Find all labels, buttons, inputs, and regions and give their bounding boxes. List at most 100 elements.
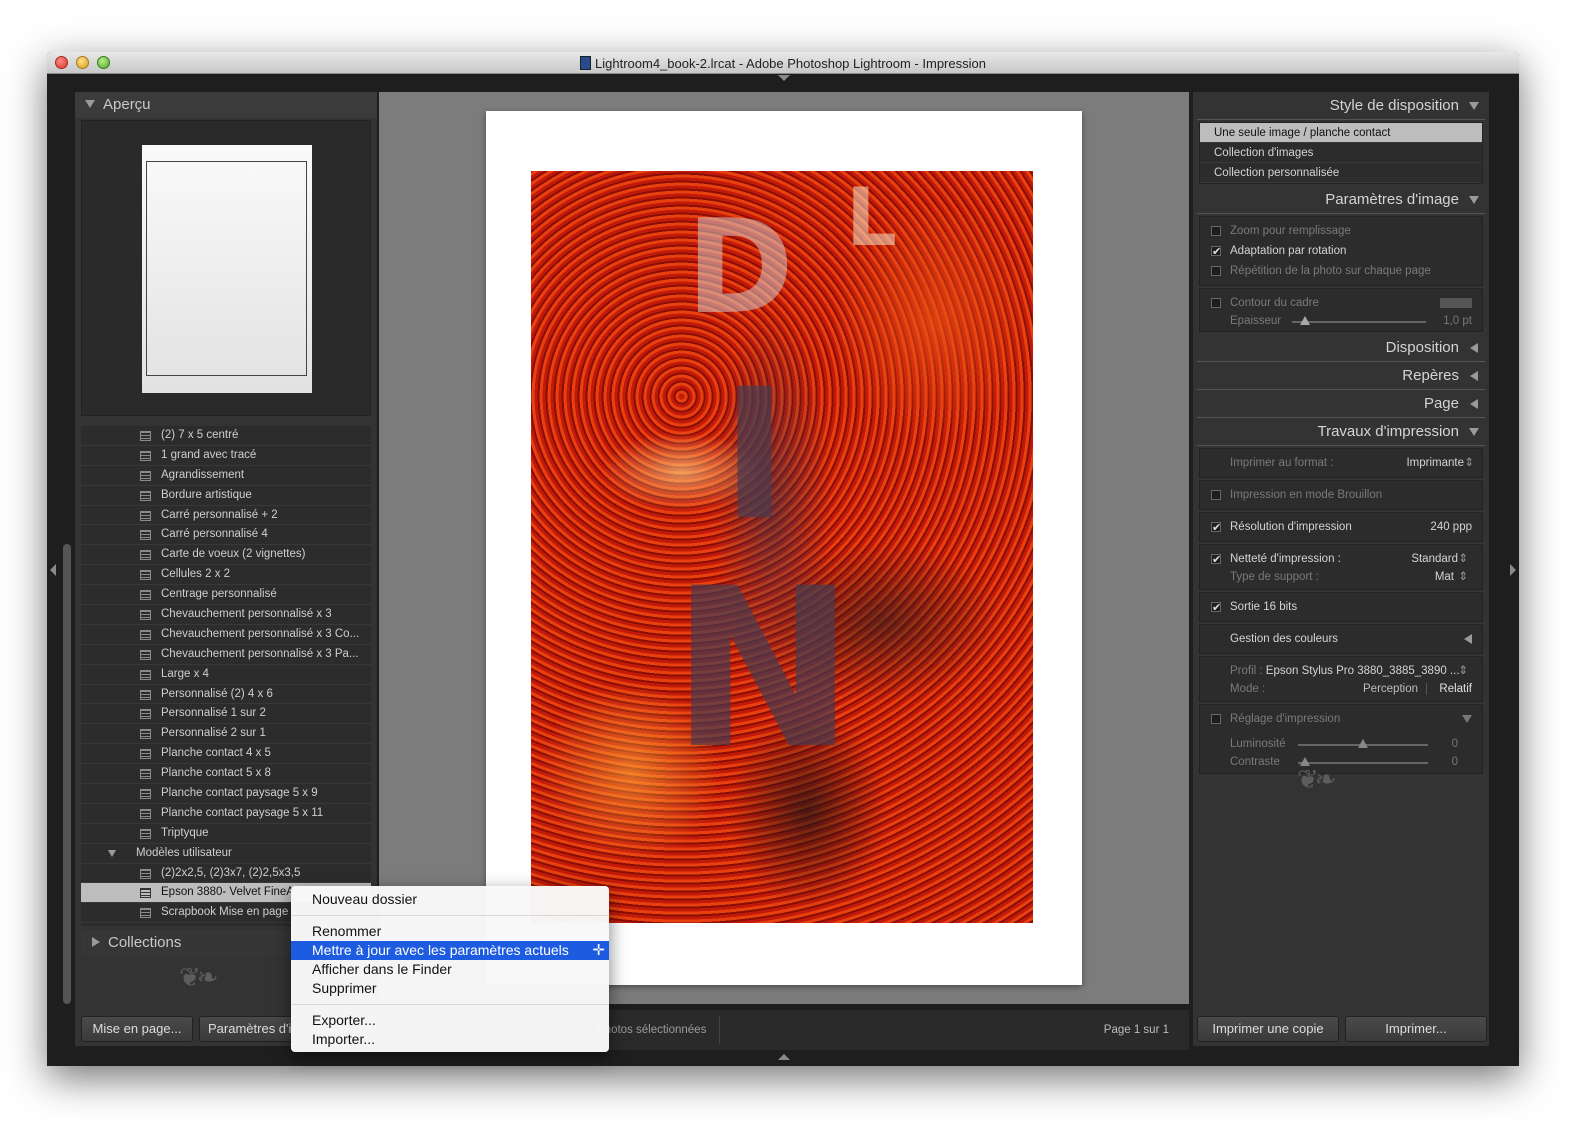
template-item[interactable]: Agrandissement: [81, 466, 371, 486]
user-templates-folder[interactable]: Modèles utilisateur: [81, 844, 371, 864]
print-to-select[interactable]: Imprimante: [1406, 453, 1464, 473]
disclosure-down-icon: [1469, 196, 1479, 204]
template-item[interactable]: Planche contact paysage 5 x 9: [81, 784, 371, 804]
template-item[interactable]: Carré personnalisé 4: [81, 525, 371, 546]
zoom-to-fill-option[interactable]: Zoom pour remplissage: [1200, 221, 1482, 241]
template-list-icon: [140, 431, 151, 441]
profile-row: Profil : Epson Stylus Pro 3880_3885_3890…: [1200, 661, 1482, 681]
repeat-photo-checkbox[interactable]: [1211, 266, 1221, 276]
print-job-header[interactable]: Travaux d'impression: [1197, 418, 1485, 446]
template-item[interactable]: Carte de voeux (2 vignettes): [81, 545, 371, 566]
menu-export[interactable]: Exporter...: [291, 1011, 609, 1030]
template-item[interactable]: Personnalisé 1 sur 2: [81, 704, 371, 725]
border-color-swatch[interactable]: [1440, 298, 1472, 308]
media-type-select[interactable]: Mat: [1435, 569, 1454, 585]
template-item[interactable]: 1 grand avec tracé: [81, 446, 371, 466]
color-management-header[interactable]: Gestion des couleurs: [1199, 624, 1483, 654]
zoom-to-fill-checkbox[interactable]: [1211, 226, 1221, 236]
title-bar: Lightroom4_book-2.lrcat - Adobe Photosho…: [47, 52, 1519, 74]
template-list-icon: [140, 450, 151, 461]
template-item[interactable]: Personnalisé (2) 4 x 6: [81, 685, 371, 705]
template-item[interactable]: Planche contact paysage 5 x 11: [81, 804, 371, 824]
template-item[interactable]: Bordure artistique: [81, 486, 371, 506]
template-item[interactable]: Carré personnalisé + 2: [81, 506, 371, 526]
menu-separator: [291, 915, 609, 916]
guides-header[interactable]: Repères: [1197, 362, 1485, 390]
sharpening-select[interactable]: Standard: [1411, 549, 1458, 569]
template-item-label: Cellules 2 x 2: [161, 568, 231, 581]
print-adjust-option[interactable]: Réglage d'impression: [1200, 709, 1482, 729]
page-header[interactable]: Page: [1197, 390, 1485, 418]
template-item[interactable]: Chevauchement personnalisé x 3 Pa...: [81, 645, 371, 665]
layout-style-picture-package[interactable]: Collection d'images: [1200, 143, 1482, 163]
template-list-icon: [140, 789, 151, 800]
layout-style-custom-package[interactable]: Collection personnalisée: [1200, 163, 1482, 183]
sharpening-option[interactable]: Netteté d'impression :Standard⇕: [1200, 549, 1482, 570]
template-item-label: Bordure artistique: [161, 488, 252, 501]
page-setup-button[interactable]: Mise en page...: [81, 1016, 193, 1042]
preview-page-thumbnail: [142, 145, 312, 393]
menu-update-with-current-settings[interactable]: Mettre à jour avec les paramètres actuel…: [291, 941, 609, 960]
menu-show-in-finder[interactable]: Afficher dans le Finder: [291, 960, 609, 979]
template-item[interactable]: Planche contact 5 x 8: [81, 764, 371, 785]
use-photos-selector[interactable]: Photos sélectionnées: [597, 1024, 706, 1036]
media-type-row: Type de support : Mat ⇕: [1230, 569, 1468, 585]
rotate-to-fit-option[interactable]: Adaptation par rotation: [1200, 241, 1482, 262]
resolution-option[interactable]: Résolution d'impression240 ppp: [1200, 517, 1482, 538]
draft-mode-option[interactable]: Impression en mode Brouillon: [1200, 485, 1482, 505]
menu-rename[interactable]: Renommer: [291, 922, 609, 941]
template-item-label: Planche contact 5 x 8: [161, 767, 271, 780]
rotate-to-fit-checkbox[interactable]: [1211, 242, 1221, 262]
print-button[interactable]: Imprimer...: [1345, 1016, 1487, 1042]
template-item[interactable]: Personnalisé 2 sur 1: [81, 724, 371, 745]
brightness-slider[interactable]: [1298, 739, 1428, 748]
template-item-label: Chevauchement personnalisé x 3 Pa...: [161, 647, 359, 660]
repeat-photo-option[interactable]: Répétition de la photo sur chaque page: [1200, 261, 1482, 281]
profile-select[interactable]: Epson Stylus Pro 3880_3885_3890 ...: [1266, 665, 1460, 677]
preview-panel-header[interactable]: Aperçu: [75, 92, 377, 118]
mode-relative-option[interactable]: Relatif: [1439, 681, 1472, 697]
top-panel-toggle-icon[interactable]: [778, 75, 790, 81]
brightness-slider-knob[interactable]: [1358, 739, 1368, 748]
sharpening-checkbox[interactable]: [1211, 550, 1221, 570]
menu-delete[interactable]: Supprimer: [291, 979, 609, 998]
template-item[interactable]: Triptyque: [81, 824, 371, 844]
left-panel-scrollbar[interactable]: [63, 544, 71, 1004]
template-list-icon: [140, 530, 151, 541]
right-panel-toggle-icon[interactable]: [1510, 564, 1516, 576]
template-item[interactable]: (2) 7 x 5 centré: [81, 426, 371, 446]
resolution-value[interactable]: 240 ppp: [1430, 517, 1472, 537]
draft-mode-checkbox[interactable]: [1211, 490, 1221, 500]
print-adjust-checkbox[interactable]: [1211, 714, 1221, 724]
bits16-checkbox[interactable]: [1211, 598, 1221, 618]
user-template-item[interactable]: (2)2x2,5, (2)3x7, (2)2,5x3,5: [81, 864, 371, 884]
print-settings-button[interactable]: Paramètres d'i: [199, 1016, 295, 1042]
menu-import[interactable]: Importer...: [291, 1030, 609, 1049]
layout-header[interactable]: Disposition: [1197, 334, 1485, 362]
template-item[interactable]: Cellules 2 x 2: [81, 565, 371, 586]
template-list-icon: [140, 828, 151, 839]
stroke-border-option[interactable]: Contour du cadre: [1200, 293, 1482, 313]
template-item[interactable]: Large x 4: [81, 665, 371, 685]
stroke-border-checkbox[interactable]: [1211, 298, 1221, 308]
template-item[interactable]: Chevauchement personnalisé x 3: [81, 605, 371, 625]
print-one-copy-button[interactable]: Imprimer une copie: [1197, 1016, 1339, 1042]
filmstrip-toggle-icon[interactable]: [778, 1054, 790, 1060]
template-item[interactable]: Chevauchement personnalisé x 3 Co...: [81, 625, 371, 645]
layout-style-single-image[interactable]: Une seule image / planche contact: [1200, 123, 1482, 143]
layout-style-header[interactable]: Style de disposition: [1197, 92, 1485, 120]
menu-new-folder[interactable]: Nouveau dossier: [291, 890, 609, 909]
thickness-slider[interactable]: [1292, 316, 1426, 325]
bits16-option[interactable]: Sortie 16 bits: [1200, 597, 1482, 618]
template-list-icon: [140, 729, 151, 740]
template-item[interactable]: Centrage personnalisé: [81, 585, 371, 606]
template-item[interactable]: Planche contact 4 x 5: [81, 744, 371, 765]
image-settings-header[interactable]: Paramètres d'image: [1197, 186, 1485, 214]
sharpening-box: Netteté d'impression :Standard⇕ Type de …: [1199, 544, 1483, 590]
resolution-checkbox[interactable]: [1211, 518, 1221, 538]
mode-perception-option[interactable]: Perception: [1363, 681, 1418, 697]
left-panel-toggle-icon[interactable]: [50, 564, 56, 576]
menu-separator: [291, 1004, 609, 1005]
print-photo[interactable]: D L I N: [531, 171, 1033, 923]
thickness-slider-knob[interactable]: [1300, 316, 1310, 325]
